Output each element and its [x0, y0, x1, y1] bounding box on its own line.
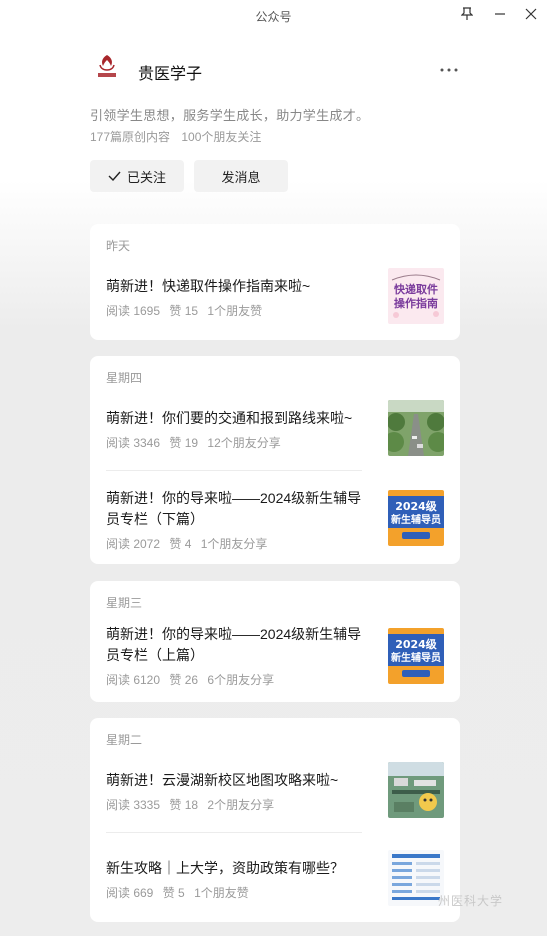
article-item[interactable]: 萌新进！云漫湖新校区地图攻略来啦~ 阅读 3335 赞 18 2个朋友分享 [106, 762, 444, 830]
svg-text:2024级: 2024级 [395, 637, 438, 651]
article-title: 萌新进！快递取件操作指南来啦~ [106, 278, 311, 294]
account-header: 贵医学子 [90, 50, 467, 90]
svg-text:新生辅导员: 新生辅导员 [391, 513, 441, 526]
article-title: 萌新进！你们要的交通和报到路线来啦~ [106, 410, 353, 426]
article-social: 2个朋友分享 [207, 798, 275, 812]
group-day-label: 星期二 [106, 733, 143, 747]
article-title: 萌新进！云漫湖新校区地图攻略来啦~ [106, 772, 339, 788]
article-likes: 赞 18 [169, 798, 199, 812]
avatar[interactable] [90, 50, 124, 84]
article-likes: 赞 5 [162, 886, 185, 900]
article-reads: 阅读 6120 [106, 673, 161, 687]
minimize-icon[interactable] [489, 4, 511, 24]
more-options-icon[interactable] [438, 60, 460, 80]
article-thumbnail [388, 762, 444, 818]
article-likes: 赞 4 [169, 537, 192, 551]
group-day-label: 星期三 [106, 596, 143, 610]
send-message-label: 发消息 [221, 169, 261, 185]
article-social: 1个朋友赞 [194, 886, 249, 900]
article-item[interactable]: 萌新进！你的导来啦——2024级新生辅导员专栏（下篇） 阅读 2072 赞 4 … [106, 488, 444, 552]
article-likes: 赞 19 [169, 436, 199, 450]
university-logo-icon [98, 55, 116, 77]
followed-button[interactable]: 已关注 [90, 160, 184, 192]
divider [106, 832, 362, 833]
article-item[interactable]: 新生攻略｜上大学，资助政策有哪些？ 阅读 669 赞 5 1个朋友赞 [106, 850, 444, 918]
svg-text:操作指南: 操作指南 [394, 296, 438, 310]
article-group-card: 星期二 萌新进！云漫湖新校区地图攻略来啦~ 阅读 3335 赞 18 2个朋友分… [90, 718, 460, 922]
article-likes: 赞 26 [169, 673, 199, 687]
article-thumbnail: 2024级 新生辅导员 [388, 490, 444, 546]
article-item[interactable]: 萌新进！快递取件操作指南来啦~ 阅读 1695 赞 15 1个朋友赞 快递取件 … [106, 268, 444, 336]
article-reads: 阅读 669 [106, 886, 154, 900]
watermark-text: 州医科大学 [438, 894, 504, 908]
account-stats: 177篇原创内容 100个朋友关注 [90, 128, 261, 145]
article-group-card: 星期三 萌新进！你的导来啦——2024级新生辅导员专栏（上篇） 阅读 6120 … [90, 581, 460, 702]
article-thumbnail [388, 850, 444, 906]
svg-text:2024级: 2024级 [395, 499, 438, 513]
send-message-button[interactable]: 发消息 [194, 160, 288, 192]
article-reads: 阅读 3346 [106, 436, 161, 450]
article-thumbnail: 2024级 新生辅导员 [388, 628, 444, 684]
svg-text:新生辅导员: 新生辅导员 [391, 651, 441, 664]
group-day-label: 昨天 [106, 239, 131, 253]
original-count: 177篇原创内容 [90, 130, 171, 144]
svg-text:快递取件: 快递取件 [393, 282, 438, 296]
article-thumbnail: 快递取件 操作指南 [388, 268, 444, 324]
pin-icon[interactable] [456, 4, 478, 24]
article-social: 6个朋友分享 [207, 673, 275, 687]
article-social: 1个朋友赞 [207, 304, 263, 318]
group-day-label: 星期四 [106, 371, 143, 385]
article-likes: 赞 15 [169, 304, 199, 318]
article-item[interactable]: 萌新进！你的导来啦——2024级新生辅导员专栏（上篇） 阅读 6120 赞 26… [106, 624, 444, 688]
close-icon[interactable] [520, 4, 542, 24]
article-title: 萌新进！你的导来啦——2024级新生辅导员专栏（下篇） [106, 490, 362, 527]
article-social: 1个朋友分享 [200, 537, 268, 551]
account-description: 引领学生思想，服务学生成长，助力学生成才。 [90, 108, 370, 123]
article-reads: 阅读 3335 [106, 798, 161, 812]
check-icon [108, 171, 121, 181]
article-social: 12个朋友分享 [207, 436, 281, 450]
article-group-card: 昨天 萌新进！快递取件操作指南来啦~ 阅读 1695 赞 15 1个朋友赞 快递… [90, 224, 460, 340]
article-reads: 阅读 1695 [106, 304, 161, 318]
article-title: 萌新进！你的导来啦——2024级新生辅导员专栏（上篇） [106, 626, 362, 663]
account-name: 贵医学子 [138, 66, 203, 83]
article-group-card: 星期四 萌新进！你们要的交通和报到路线来啦~ 阅读 3346 赞 19 12个朋… [90, 356, 460, 564]
friends-following: 100个朋友关注 [181, 130, 262, 144]
window-titlebar: 公众号 [0, 0, 547, 32]
article-reads: 阅读 2072 [106, 537, 161, 551]
followed-label: 已关注 [126, 169, 166, 185]
divider [106, 470, 362, 471]
article-item[interactable]: 萌新进！你们要的交通和报到路线来啦~ 阅读 3346 赞 19 12个朋友分享 [106, 400, 444, 468]
article-thumbnail [388, 400, 444, 456]
article-title: 新生攻略｜上大学，资助政策有哪些？ [106, 860, 344, 876]
